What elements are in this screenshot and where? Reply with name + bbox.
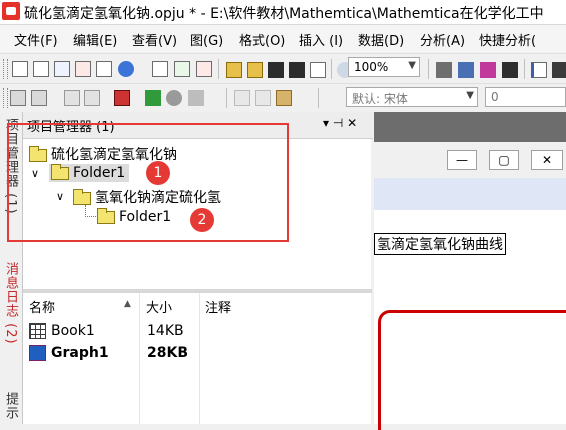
- save-window-icon[interactable]: [289, 62, 305, 78]
- formatting-toolbar: Tr 默认: 宋体 ▼ 0: [0, 83, 566, 187]
- origin-app-icon[interactable]: [2, 2, 20, 20]
- sort-ascending-icon: ▲: [124, 299, 131, 309]
- toolbar-separator: [318, 88, 319, 108]
- copy-icon[interactable]: [255, 90, 271, 106]
- tab-hints[interactable]: 提示: [2, 392, 20, 420]
- item-size: 28KB: [147, 345, 189, 361]
- add-data-icon[interactable]: [145, 90, 161, 106]
- open-template-icon[interactable]: [247, 62, 263, 78]
- toolbar-separator: [331, 59, 332, 79]
- column-header-size[interactable]: 大小: [146, 297, 172, 316]
- menu-quick-analysis[interactable]: 快捷分析(: [479, 30, 536, 49]
- minimize-button[interactable]: —: [447, 150, 477, 170]
- menu-format[interactable]: 格式(O): [239, 30, 285, 49]
- open-icon[interactable]: [226, 62, 242, 78]
- save-project-icon[interactable]: [268, 62, 284, 78]
- item-size: 14KB: [147, 323, 184, 339]
- graph-axis-frame: [378, 310, 566, 430]
- print-icon[interactable]: [436, 62, 452, 78]
- arrange-layers-icon[interactable]: [10, 90, 26, 106]
- menu-analysis[interactable]: 分析(A): [420, 30, 465, 49]
- column-header-note[interactable]: 注释: [205, 297, 231, 316]
- zoom-select[interactable]: 100% ▼: [348, 57, 420, 77]
- chevron-down-icon: ▼: [408, 60, 416, 71]
- toolbar-separator: [428, 59, 429, 79]
- panel-pin-close-controls[interactable]: ▾ ⊣ ✕: [323, 116, 357, 130]
- annotation-highlight-box: [7, 123, 289, 242]
- item-name: Graph1: [51, 345, 109, 361]
- cut-icon[interactable]: [234, 90, 250, 106]
- project-file-list: 名称 ▲ 大小 注释 Book1 14KB Graph1 28KB: [23, 293, 371, 424]
- menu-data[interactable]: 数据(D): [358, 30, 404, 49]
- toolbar-grip[interactable]: [3, 59, 8, 79]
- menu-bar: 文件(F) 编辑(E) 查看(V) 图(G) 格式(O) 插入 (I) 数据(D…: [0, 25, 566, 52]
- item-name: Book1: [51, 323, 95, 339]
- font-size-value: 0: [491, 90, 499, 104]
- toolbar-separator: [524, 59, 525, 79]
- window-title-bar: 硫化氢滴定氢氧化钠.opju * - E:\软件教材\Mathemtica\Ma…: [0, 0, 566, 25]
- worksheet-layers-icon[interactable]: [31, 90, 47, 106]
- zoom-value: 100%: [354, 60, 389, 74]
- annotation-badge-1: 1: [146, 161, 170, 185]
- toolbar-separator: [218, 59, 219, 79]
- close-button[interactable]: ✕: [531, 150, 563, 170]
- new-workbook-icon[interactable]: [54, 61, 70, 77]
- graph-window-header: [374, 178, 566, 210]
- duplicate-icon[interactable]: [114, 90, 130, 106]
- graph-icon: [29, 345, 46, 361]
- restore-button[interactable]: ▢: [489, 150, 519, 170]
- menu-view[interactable]: 查看(V): [132, 30, 177, 49]
- annotation-badge-2: 2: [190, 208, 214, 232]
- results-log-icon[interactable]: [502, 62, 518, 78]
- font-value: 默认: 宋体: [352, 92, 408, 106]
- new-layout-icon[interactable]: [152, 61, 168, 77]
- new-excel-icon[interactable]: [196, 61, 212, 77]
- command-window-icon[interactable]: [552, 62, 566, 78]
- standard-toolbar: 100% ▼: [0, 53, 566, 83]
- workbook-icon: [29, 323, 46, 339]
- column-header-name[interactable]: 名称: [29, 297, 55, 316]
- font-select[interactable]: 默认: 宋体 ▼: [346, 87, 478, 107]
- font-size-select[interactable]: 0: [485, 87, 566, 107]
- paste-icon[interactable]: [276, 90, 292, 106]
- export-graph-icon[interactable]: [458, 62, 474, 78]
- new-project-icon[interactable]: [12, 61, 28, 77]
- new-notes-icon[interactable]: [174, 61, 190, 77]
- menu-insert[interactable]: 插入 (I): [299, 30, 343, 49]
- rescale-icon[interactable]: [166, 90, 182, 106]
- list-item[interactable]: Graph1 28KB: [23, 343, 371, 365]
- copy-page-icon[interactable]: [480, 62, 496, 78]
- window-title: 硫化氢滴定氢氧化钠.opju * - E:\软件教材\Mathemtica\Ma…: [24, 6, 544, 22]
- tab-message-log[interactable]: 消息日志 (2): [2, 262, 20, 345]
- refresh-icon[interactable]: [188, 90, 204, 106]
- new-graph-icon[interactable]: [96, 61, 112, 77]
- save-template-icon[interactable]: [310, 62, 326, 78]
- new-matrix-icon[interactable]: [75, 61, 91, 77]
- add-layer-icon[interactable]: [64, 90, 80, 106]
- menu-graph[interactable]: 图(G): [190, 30, 223, 49]
- workspace-background: [374, 112, 566, 142]
- toolbar-grip[interactable]: [3, 88, 8, 108]
- menu-file[interactable]: 文件(F): [14, 30, 58, 49]
- list-item[interactable]: Book1 14KB: [23, 321, 371, 343]
- menu-edit[interactable]: 编辑(E): [73, 30, 117, 49]
- graph-title-text[interactable]: 氢滴定氢氧化钠曲线: [374, 233, 506, 255]
- toolbar-separator: [226, 88, 227, 108]
- new-folder-icon[interactable]: [33, 61, 49, 77]
- code-builder-icon[interactable]: [531, 62, 547, 78]
- merge-graph-icon[interactable]: [84, 90, 100, 106]
- chevron-down-icon: ▼: [466, 90, 474, 101]
- new-function-icon[interactable]: [118, 61, 134, 77]
